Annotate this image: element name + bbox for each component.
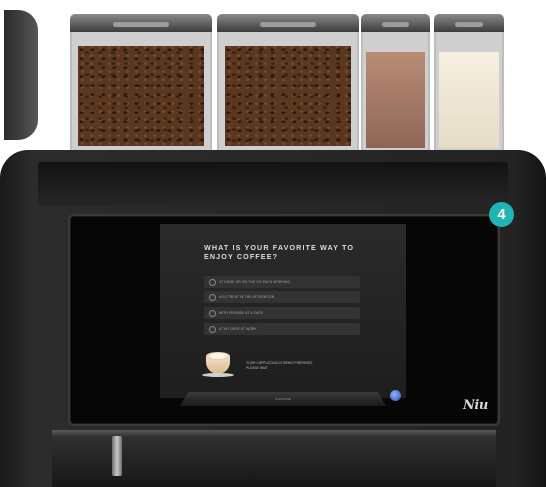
radio-icon[interactable] <box>209 310 216 317</box>
continue-button[interactable]: CONTINUE <box>180 392 386 406</box>
brand-logo: Niu <box>463 398 488 413</box>
screen-eyebrow-text: · · · · · · · · · · <box>204 236 228 240</box>
cup-status-text: YOUR CAPPUCCINO IS BEING PREPARED PLEASE… <box>246 361 312 371</box>
survey-option-label: WITH FRIENDS AT A CAFE <box>219 311 263 315</box>
machine-top-band <box>38 162 508 206</box>
radio-icon[interactable] <box>209 326 216 333</box>
survey-option-label: AT MY DESK AT WORK <box>219 327 257 331</box>
survey-option-label: AS A TREAT IN THE AFTERNOON <box>219 295 275 299</box>
milk-powder <box>439 52 499 148</box>
touch-screen: · · · · · · · · · · WHAT IS YOUR FAVORIT… <box>160 224 406 398</box>
radio-icon[interactable] <box>209 294 216 301</box>
coffee-beans <box>225 46 351 146</box>
chocolate-powder <box>366 52 425 148</box>
machine-side-edge <box>4 10 38 140</box>
survey-option-label: AT HOME OR ON THE GO EACH MORNING <box>219 280 291 284</box>
hopper-lid[interactable] <box>217 14 359 32</box>
milk-powder-hopper <box>434 14 504 154</box>
coffee-bean-hopper-left <box>70 14 212 154</box>
survey-option[interactable]: AT MY DESK AT WORK <box>204 323 360 335</box>
callout-number-badge: 4 <box>489 202 514 227</box>
continue-label: CONTINUE <box>275 397 291 401</box>
coffee-bean-hopper-right <box>217 14 359 154</box>
radio-icon[interactable] <box>209 279 216 286</box>
survey-option[interactable]: AS A TREAT IN THE AFTERNOON <box>204 291 360 303</box>
chocolate-powder-hopper <box>361 14 430 154</box>
dispensing-area <box>52 430 496 487</box>
hopper-lid[interactable] <box>70 14 212 32</box>
hopper-lid[interactable] <box>434 14 504 32</box>
cup-status-line: PLEASE WAIT <box>246 366 268 370</box>
survey-option[interactable]: WITH FRIENDS AT A CAFE <box>204 307 360 319</box>
cappuccino-cup-icon <box>202 352 234 377</box>
coffee-beans <box>78 46 204 146</box>
hopper-lid[interactable] <box>361 14 430 32</box>
language-globe-icon[interactable] <box>390 390 401 401</box>
survey-option[interactable]: AT HOME OR ON THE GO EACH MORNING <box>204 276 360 288</box>
steam-wand <box>112 436 122 476</box>
survey-question: WHAT IS YOUR FAVORITE WAY TO ENJOY COFFE… <box>204 243 355 261</box>
